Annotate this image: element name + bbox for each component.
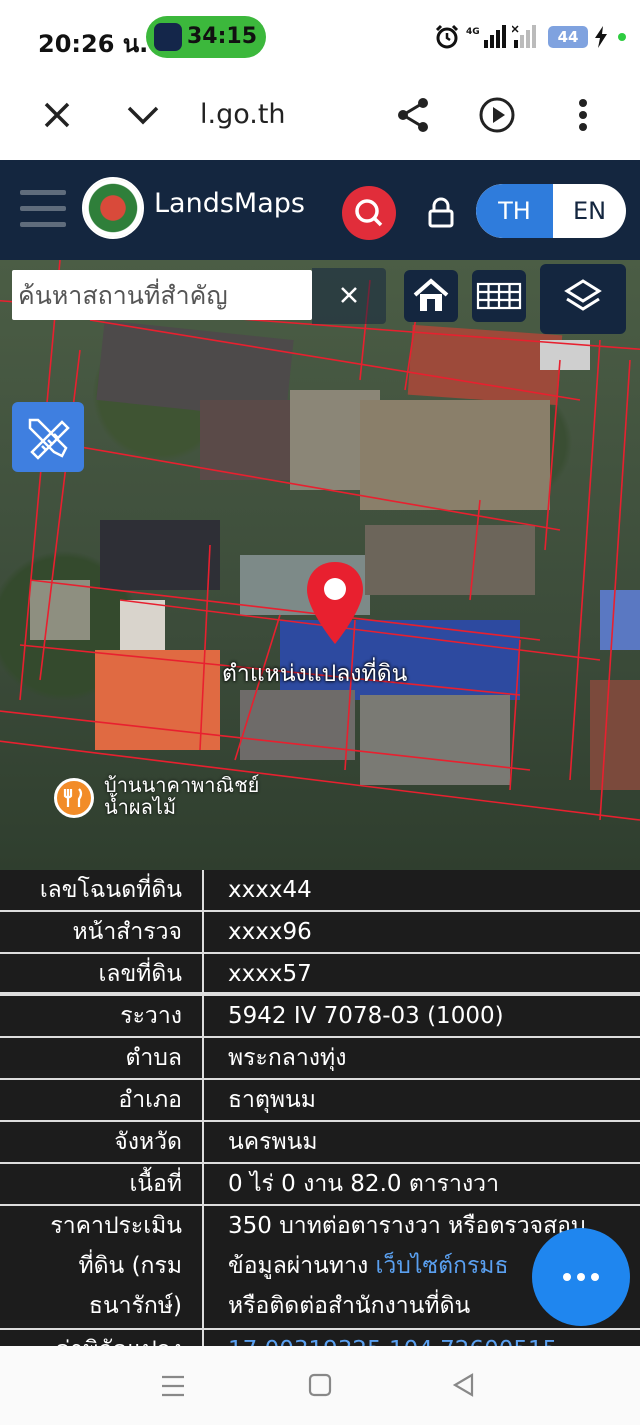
row-label: เลขโฉนดที่ดิน: [0, 870, 204, 910]
alarm-icon: [435, 24, 459, 49]
login-button[interactable]: [424, 196, 458, 230]
play-circle-icon: [479, 97, 515, 133]
parcel-location-label: ตำแหน่งแปลงที่ดิน: [222, 661, 408, 687]
system-nav-bar: [0, 1346, 640, 1425]
row-value: นครพนม: [228, 1129, 318, 1155]
chevron-down-icon: [127, 106, 159, 125]
call-timer: 34:15: [187, 24, 258, 49]
url-field[interactable]: l.go.th: [200, 90, 286, 140]
table-row: ระวาง 5942 IV 7078-03 (1000): [0, 996, 640, 1038]
table-row: เนื้อที่ 0 ไร่ 0 งาน 82.0 ตารางวา: [0, 1164, 640, 1206]
status-icons: 4G 44: [434, 22, 626, 52]
back-icon[interactable]: [452, 1373, 476, 1397]
row-value: 5942 IV 7078-03 (1000): [228, 1003, 504, 1029]
row-label: เนื้อที่: [0, 1164, 204, 1204]
row-value: 0 ไร่ 0 งาน 82.0 ตารางวา: [228, 1171, 500, 1197]
row-value: xxxx57: [228, 961, 312, 987]
more-actions-fab[interactable]: [532, 1228, 630, 1326]
signal-weak-icon: [512, 25, 536, 48]
status-time: 20:26 น.: [38, 30, 149, 58]
table-row: เลขที่ดิน xxxx57: [0, 954, 640, 996]
table-row: อำเภอ ธาตุพนม: [0, 1080, 640, 1122]
ongoing-call-pill[interactable]: 34:15: [146, 16, 266, 58]
poi-label: บ้านนาคาพาณิชย์ น้ำผลไม้: [104, 773, 260, 819]
lock-icon: [428, 197, 454, 228]
home-button[interactable]: [404, 270, 458, 322]
grid-toggle-button[interactable]: [472, 270, 526, 322]
search-button[interactable]: [342, 186, 396, 240]
close-tab-button[interactable]: [32, 90, 82, 140]
row-label: อำเภอ: [0, 1080, 204, 1120]
table-row: หน้าสำรวจ xxxx96: [0, 912, 640, 954]
row-label: หน้าสำรวจ: [0, 912, 204, 952]
lang-en-option[interactable]: EN: [553, 184, 626, 238]
more-vertical-icon: [579, 99, 587, 131]
svg-text:4G: 4G: [466, 27, 480, 37]
row-value: ธาตุพนม: [228, 1087, 316, 1113]
browser-toolbar: l.go.th: [0, 78, 640, 160]
coordinate-link[interactable]: 17.00319325,104.72600515: [206, 1330, 640, 1346]
measure-tool-button[interactable]: [12, 402, 84, 472]
play-button[interactable]: [472, 90, 522, 140]
treasury-website-link[interactable]: เว็บไซต์กรมธ: [376, 1253, 509, 1279]
restaurant-icon[interactable]: [54, 778, 94, 818]
battery-indicator: 44: [548, 26, 588, 48]
row-value: พระกลางทุ่ง: [228, 1045, 347, 1071]
more-options-button[interactable]: [558, 90, 608, 140]
close-icon: [44, 102, 70, 128]
more-horizontal-icon: [563, 1273, 599, 1281]
grid-icon: [476, 282, 522, 310]
call-app-icon: [154, 23, 182, 51]
row-label: ระวาง: [0, 996, 204, 1036]
clear-search-button[interactable]: [312, 268, 386, 324]
row-label: ตำบล: [0, 1038, 204, 1078]
layers-button[interactable]: [540, 264, 626, 334]
home-nav-icon[interactable]: [308, 1373, 332, 1397]
table-row: เลขโฉนดที่ดิน xxxx44: [0, 870, 640, 912]
hamburger-menu-icon[interactable]: [20, 190, 66, 230]
row-label: ราคาประเมิน ที่ดิน (กรม ธนารักษ์): [0, 1206, 204, 1328]
lang-th-option[interactable]: TH: [476, 184, 553, 238]
place-search-box[interactable]: [12, 270, 312, 320]
place-search-input[interactable]: [12, 270, 312, 320]
department-logo: [82, 177, 144, 239]
recents-icon[interactable]: [160, 1374, 186, 1398]
status-bar: 20:26 น. 34:15 4G 44: [0, 0, 640, 78]
share-icon: [398, 98, 428, 132]
row-value: xxxx96: [228, 919, 312, 945]
parcel-location-pin-icon[interactable]: [304, 560, 366, 646]
row-label: เลขที่ดิน: [0, 954, 204, 992]
table-row: จังหวัด นครพนม: [0, 1122, 640, 1164]
privacy-dot-icon: [618, 33, 626, 41]
ruler-pencil-icon: [28, 418, 70, 460]
minimize-button[interactable]: [118, 90, 168, 140]
table-row-coordinate: ค่าพิกัดแปลง 17.00319325,104.72600515: [0, 1330, 640, 1346]
brand-title: LandsMaps: [154, 188, 305, 219]
row-label: จังหวัด: [0, 1122, 204, 1162]
share-button[interactable]: [388, 90, 438, 140]
table-row: ตำบล พระกลางทุ่ง: [0, 1038, 640, 1080]
signal-4g-icon: 4G: [466, 25, 506, 48]
row-value: xxxx44: [228, 877, 312, 903]
close-icon: [341, 287, 357, 303]
search-icon: [355, 199, 383, 227]
home-icon: [413, 278, 449, 311]
language-toggle[interactable]: TH EN: [476, 184, 626, 238]
layers-icon: [564, 279, 602, 311]
row-label: ค่าพิกัดแปลง: [0, 1330, 204, 1346]
charging-bolt-icon: [595, 26, 607, 48]
